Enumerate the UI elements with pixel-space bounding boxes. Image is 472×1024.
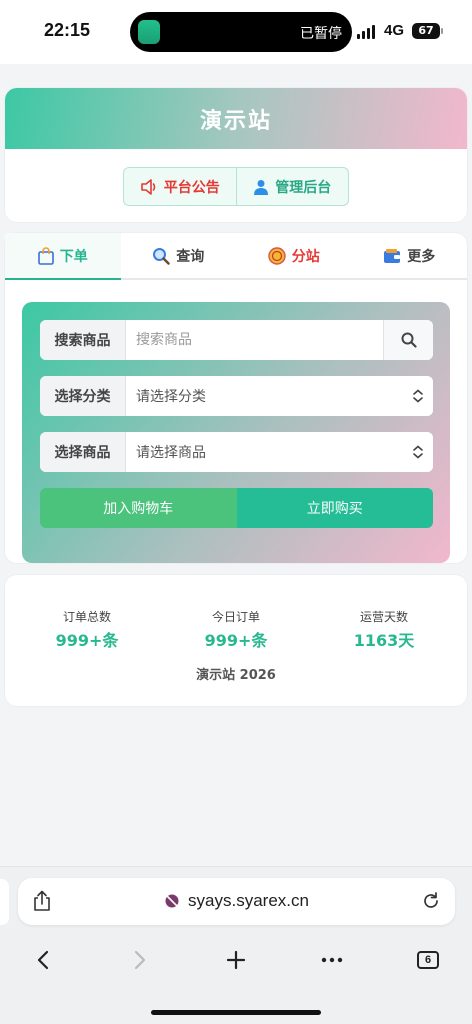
announcement-button[interactable]: 平台公告	[124, 168, 236, 205]
search-input[interactable]	[126, 320, 383, 360]
coin-icon	[268, 246, 286, 265]
status-bar: 22:15 已暂停 4G 67	[0, 0, 472, 64]
ellipsis-icon	[321, 957, 343, 963]
tab-order-label: 下单	[59, 248, 88, 265]
admin-button[interactable]: 管理后台	[235, 168, 349, 205]
privacy-shield-icon	[165, 894, 179, 908]
reload-icon[interactable]	[421, 891, 441, 911]
network-type: 4G	[384, 22, 405, 39]
chevron-right-icon	[134, 950, 146, 970]
battery-tip	[441, 28, 443, 34]
more-menu-button[interactable]	[317, 945, 347, 975]
updown-chevron-icon[interactable]	[403, 432, 433, 472]
footer-copyright: 演示站 2026	[196, 668, 276, 683]
wallet-icon	[384, 248, 401, 263]
stat-today-orders: 今日订单 999+条	[176, 608, 296, 651]
action-buttons: 加入购物车 立即购买	[40, 488, 433, 528]
header-banner: 演示站	[5, 88, 467, 149]
home-indicator	[151, 1010, 321, 1015]
dynamic-island[interactable]: 已暂停	[130, 12, 352, 52]
stat-value: 1163天	[353, 631, 415, 650]
signal-icon	[357, 25, 375, 39]
tab-substation-label: 分站	[291, 248, 320, 265]
category-field: 选择分类 请选择分类	[40, 376, 433, 416]
new-tab-button[interactable]	[221, 945, 251, 975]
tab-query[interactable]: 查询	[121, 233, 237, 278]
add-to-cart-button[interactable]: 加入购物车	[40, 488, 237, 528]
stat-total-orders: 订单总数 999+条	[27, 608, 147, 651]
category-field-label: 选择分类	[40, 376, 126, 416]
stat-operating-days: 运营天数 1163天	[324, 608, 444, 651]
tab-bar: 下单 查询 分站 更多	[5, 233, 467, 280]
address-bar[interactable]: syays.syarex.cn	[18, 878, 455, 925]
battery-icon: 67	[412, 23, 440, 39]
updown-chevron-icon[interactable]	[403, 376, 433, 416]
magnifier-icon	[401, 332, 417, 348]
browser-toolbar: syays.syarex.cn 6	[0, 866, 472, 1024]
app-shield-icon	[138, 20, 160, 44]
tab-more-label: 更多	[407, 248, 436, 265]
nav-row: 6	[0, 945, 472, 975]
bag-icon	[37, 246, 54, 265]
back-button[interactable]	[28, 945, 58, 975]
tab-count: 6	[417, 951, 439, 969]
tab-substation[interactable]: 分站	[236, 233, 352, 278]
stat-label: 订单总数	[62, 610, 111, 624]
search-icon	[153, 247, 170, 265]
tab-more[interactable]: 更多	[352, 233, 468, 278]
previous-tab-edge[interactable]	[0, 879, 9, 925]
product-select[interactable]: 请选择商品	[126, 432, 403, 472]
forward-button[interactable]	[125, 945, 155, 975]
product-field: 选择商品 请选择商品	[40, 432, 433, 472]
island-status-text: 已暂停	[300, 26, 342, 42]
buy-now-button[interactable]: 立即购买	[236, 488, 433, 528]
product-field-label: 选择商品	[40, 432, 126, 472]
chevron-left-icon	[37, 950, 49, 970]
stat-label: 今日订单	[211, 610, 260, 624]
url-display[interactable]: syays.syarex.cn	[18, 891, 455, 911]
admin-label: 管理后台	[275, 179, 332, 196]
search-button[interactable]	[383, 320, 433, 360]
tab-order[interactable]: 下单	[5, 233, 121, 280]
status-time: 22:15	[44, 20, 91, 40]
order-card: 下单 查询 分站 更多 搜索商品 搜索商品 选择分类 请选择分类 选择商品 请选…	[5, 233, 467, 563]
url-text: syays.syarex.cn	[188, 891, 309, 910]
stat-label: 运营天数	[359, 610, 408, 624]
category-select[interactable]: 请选择分类	[126, 376, 403, 416]
user-icon	[254, 179, 269, 195]
speaker-icon	[140, 178, 156, 195]
order-form: 搜索商品 选择分类 请选择分类 选择商品 请选择商品 加入购	[22, 302, 450, 563]
search-field: 搜索商品	[40, 320, 433, 360]
plus-icon	[226, 950, 246, 970]
tab-query-label: 查询	[176, 248, 205, 265]
stat-value: 999+条	[204, 631, 268, 650]
stats-card: 订单总数 999+条 今日订单 999+条 运营天数 1163天 演示站 202…	[5, 575, 467, 706]
tabs-button[interactable]: 6	[413, 945, 443, 975]
header-card: 演示站 平台公告 管理后台	[5, 88, 467, 222]
site-title: 演示站	[199, 108, 272, 134]
header-button-group: 平台公告 管理后台	[123, 167, 349, 206]
stat-value: 999+条	[55, 631, 119, 650]
announcement-label: 平台公告	[163, 179, 220, 196]
search-field-label: 搜索商品	[40, 320, 126, 360]
